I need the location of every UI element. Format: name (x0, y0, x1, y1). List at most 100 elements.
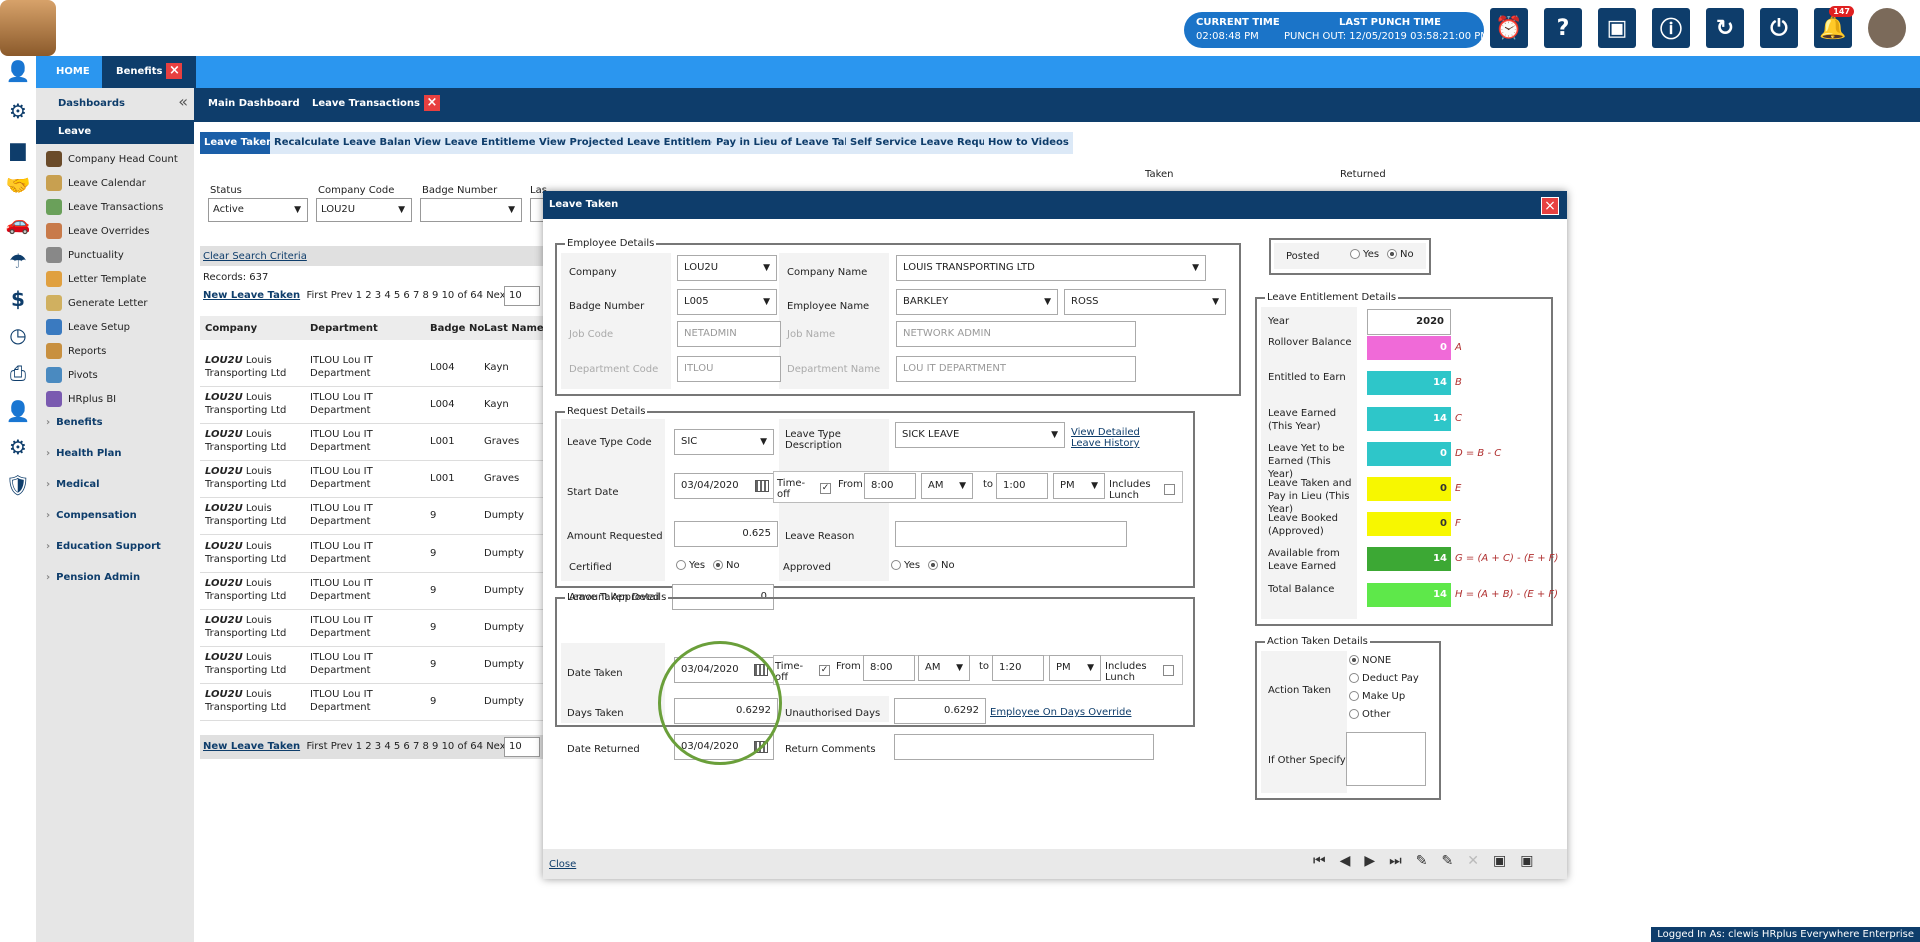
pager-links[interactable]: First Prev 1 2 3 4 5 6 7 8 9 10 of 64 Ne… (306, 290, 533, 301)
company-code-select[interactable]: LOU2U (316, 198, 412, 222)
timeoff-checkbox[interactable]: ✓ (820, 483, 831, 494)
tab-item[interactable]: View Projected Leave Entitlements (535, 132, 740, 154)
clear-search-link[interactable]: Clear Search Criteria (203, 251, 307, 262)
close-icon[interactable]: × (1541, 197, 1559, 215)
table-row[interactable]: LOU2U Louis Transporting Ltd ITLOU Lou I… (200, 461, 560, 499)
save-edit-icon[interactable]: ▣ (1520, 853, 1547, 869)
next-record-icon[interactable]: ▶ (1364, 853, 1389, 869)
sidebar-item[interactable]: Reports (46, 343, 106, 359)
last-name-select[interactable]: BARKLEY (896, 289, 1058, 315)
close-icon[interactable]: × (423, 95, 440, 111)
certified-no[interactable]: No (713, 560, 740, 571)
close-icon[interactable]: × (166, 63, 183, 79)
to-time-input[interactable]: 1:00 (996, 473, 1048, 499)
radio-icon[interactable] (1350, 249, 1360, 259)
sidebar-section[interactable]: › Compensation (46, 510, 137, 521)
company-select[interactable]: LOU2U (677, 255, 777, 281)
action-option[interactable]: NONE (1349, 655, 1391, 666)
amount-requested-input[interactable]: 0.625 (674, 521, 778, 547)
page-size-select[interactable]: 10 (504, 286, 540, 306)
person-icon[interactable]: 👤 (4, 58, 32, 84)
approved-no[interactable]: No (928, 560, 955, 571)
timeoff-checkbox-2[interactable]: ✓ (819, 665, 830, 676)
document-icon[interactable]: ▣ (1598, 8, 1636, 48)
table-row[interactable]: LOU2U Louis Transporting Ltd ITLOU Lou I… (200, 387, 560, 425)
benefits-tab[interactable]: Benefits × (102, 56, 197, 88)
table-row[interactable]: LOU2U Louis Transporting Ltd ITLOU Lou I… (200, 647, 560, 684)
new-leave-link-bottom[interactable]: New Leave Taken (203, 741, 300, 752)
power-icon[interactable]: ⏻ (1760, 8, 1798, 48)
other-specify-input[interactable] (1346, 732, 1426, 786)
calendar-icon[interactable] (755, 480, 769, 492)
certified-yes[interactable]: Yes (676, 560, 705, 571)
delete-edit-icon[interactable]: ✎ (1416, 853, 1442, 869)
table-row[interactable]: LOU2U Louis Transporting Ltd ITLOU Lou I… (200, 536, 560, 573)
new-leave-link[interactable]: New Leave Taken (203, 290, 300, 301)
radio-icon[interactable] (1387, 249, 1397, 259)
collapse-icon[interactable]: « (178, 92, 188, 111)
sidebar-item[interactable]: Leave Overrides (46, 223, 149, 239)
table-row[interactable]: LOU2U Louis Transporting Ltd ITLOU Lou I… (200, 424, 560, 462)
last-record-icon[interactable]: ⏭ (1389, 853, 1416, 869)
sidebar-item[interactable]: Leave Calendar (46, 175, 146, 191)
save-icon[interactable]: ▣ (1493, 853, 1520, 869)
sidebar-item[interactable]: Pivots (46, 367, 98, 383)
first-record-icon[interactable]: ⏮ (1313, 853, 1340, 869)
column-header[interactable]: Badge No (430, 323, 484, 334)
timeclock-icon[interactable]: ⏰ (1490, 8, 1528, 48)
radio-icon[interactable] (928, 560, 938, 570)
leave-type-select[interactable]: SIC (674, 429, 774, 455)
radio-icon[interactable] (1349, 673, 1359, 683)
badge-number-select[interactable] (420, 198, 522, 222)
includes-lunch-checkbox[interactable] (1164, 484, 1175, 495)
sidebar-section[interactable]: › Medical (46, 479, 100, 490)
days-override-link[interactable]: Employee On Days Override (990, 707, 1132, 718)
security-icon[interactable]: 🛡 (4, 472, 32, 498)
action-option[interactable]: Other (1349, 709, 1390, 720)
tab-item[interactable]: How to Videos (984, 132, 1073, 154)
posted-no[interactable]: No (1387, 249, 1414, 260)
to-time-input-2[interactable]: 1:20 (992, 655, 1044, 681)
radio-icon[interactable] (676, 560, 686, 570)
add-user-icon[interactable]: 👤 (4, 398, 32, 424)
team-icon[interactable]: ⚙ (4, 98, 32, 124)
tab-item[interactable]: Leave Taken (200, 132, 278, 154)
column-header[interactable]: Company (205, 323, 257, 334)
to-ampm-select[interactable]: PM (1053, 473, 1105, 499)
sidebar-leave-header[interactable]: Leave (36, 120, 194, 144)
umbrella-icon[interactable]: ☂ (4, 248, 32, 274)
from-ampm-select[interactable]: AM (921, 473, 973, 499)
main-dashboard-tab[interactable]: Main Dashboard (194, 88, 314, 120)
from-ampm-select-2[interactable]: AM (918, 655, 970, 681)
status-select[interactable]: Active (208, 198, 308, 222)
company-name-select[interactable]: LOUIS TRANSPORTING LTD (896, 255, 1206, 281)
first-name-select[interactable]: ROSS (1064, 289, 1226, 315)
handshake-icon[interactable]: 🤝 (4, 172, 32, 198)
action-option[interactable]: Deduct Pay (1349, 673, 1419, 684)
printer-icon[interactable]: ⎙ (4, 360, 32, 386)
home-tab[interactable]: HOME (42, 56, 104, 88)
unauth-days-input[interactable]: 0.6292 (894, 698, 986, 724)
sidebar-section[interactable]: › Pension Admin (46, 572, 140, 583)
leave-transactions-tab[interactable]: Leave Transactions × (298, 88, 454, 120)
car-icon[interactable]: 🚗 (4, 210, 32, 236)
sidebar-item[interactable]: Company Head Count (46, 151, 178, 167)
clock-icon[interactable]: ◷ (4, 322, 32, 348)
leave-reason-input[interactable] (895, 521, 1127, 547)
sidebar-section[interactable]: › Health Plan (46, 448, 121, 459)
edit-icon[interactable]: ✎ (1442, 853, 1468, 869)
radio-icon[interactable] (1349, 655, 1359, 665)
chart-icon[interactable]: ▆ (4, 136, 32, 162)
from-time-input-2[interactable]: 8:00 (863, 655, 915, 681)
notifications-icon[interactable]: 🔔 147 (1814, 6, 1854, 48)
password-icon[interactable]: ↻ (1706, 8, 1744, 48)
info-icon[interactable]: ⓘ (1652, 8, 1690, 48)
action-option[interactable]: Make Up (1349, 691, 1405, 702)
close-link[interactable]: Close (549, 859, 576, 870)
last-name-input[interactable] (530, 198, 544, 222)
table-row[interactable]: LOU2U Louis Transporting Ltd ITLOU Lou I… (200, 350, 560, 387)
sidebar-section[interactable]: › Education Support (46, 541, 161, 552)
radio-icon[interactable] (713, 560, 723, 570)
prev-record-icon[interactable]: ◀ (1340, 853, 1365, 869)
view-history-link[interactable]: View Detailed Leave History (1071, 427, 1166, 449)
